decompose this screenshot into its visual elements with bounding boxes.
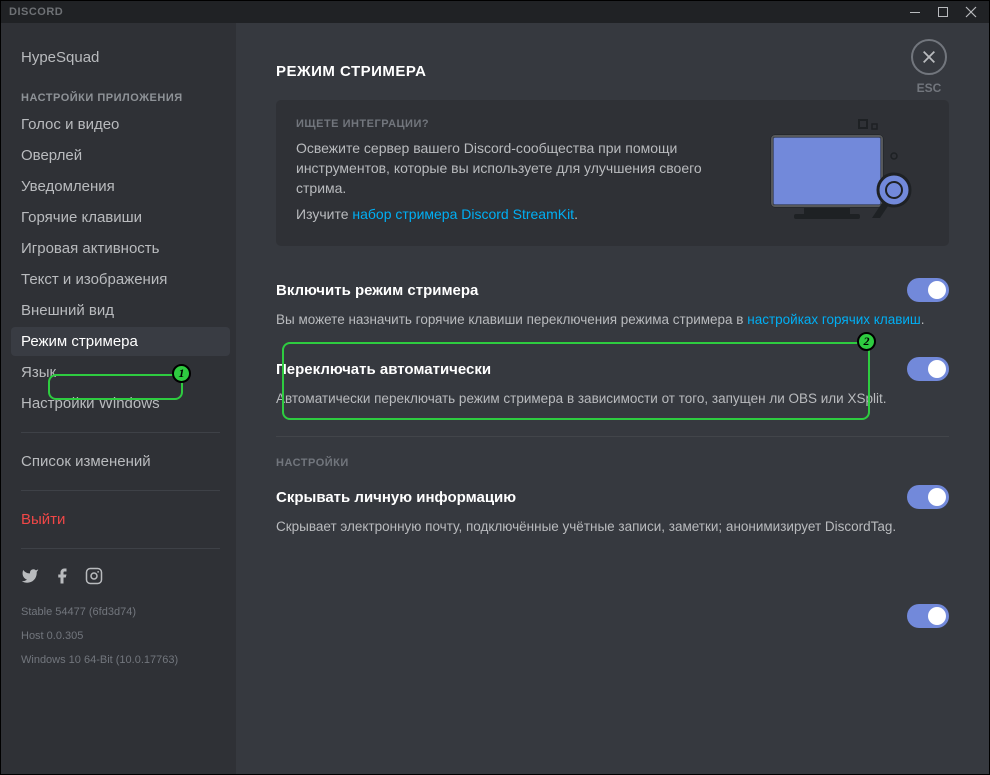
instagram-icon[interactable] <box>85 567 103 590</box>
setting-hide-personal: Скрывать личную информацию Скрывает элек… <box>276 485 949 536</box>
esc-label: ESC <box>911 81 947 95</box>
setting-desc: Автоматически переключать режим стримера… <box>276 389 949 408</box>
toggle-partial[interactable] <box>907 604 949 628</box>
sidebar-item-text-images[interactable]: Текст и изображения <box>11 265 230 294</box>
setting-title: Включить режим стримера <box>276 282 478 299</box>
toggle-auto[interactable] <box>907 357 949 381</box>
sidebar-item-windows[interactable]: Настройки Windows <box>11 389 230 418</box>
window-controls <box>901 1 985 23</box>
setting-title: Переключать автоматически <box>276 361 491 378</box>
setting-auto-toggle: Переключать автоматически Автоматически … <box>276 357 949 408</box>
promo-heading: ИЩЕТЕ ИНТЕГРАЦИИ? <box>296 118 739 130</box>
setting-title: Скрывать личную информацию <box>276 489 516 506</box>
sidebar-item-appearance[interactable]: Внешний вид <box>11 296 230 325</box>
promo-link-suffix: . <box>574 206 578 222</box>
sidebar-divider <box>21 432 220 433</box>
sidebar-socials <box>11 563 230 600</box>
sidebar-item-logout[interactable]: Выйти <box>11 505 230 534</box>
promo-body: Освежите сервер вашего Discord-сообществ… <box>296 138 739 198</box>
maximize-button[interactable] <box>929 1 957 23</box>
sidebar-item-game-activity[interactable]: Игровая активность <box>11 234 230 263</box>
setting-partial <box>276 604 949 628</box>
sidebar-item-voice[interactable]: Голос и видео <box>11 110 230 139</box>
sidebar: HypeSquad НАСТРОЙКИ ПРИЛОЖЕНИЯ Голос и в… <box>1 23 236 774</box>
facebook-icon[interactable] <box>53 567 71 590</box>
esc-button[interactable]: ESC <box>911 39 947 95</box>
setting-desc: Вы можете назначить горячие клавиши пере… <box>276 310 949 329</box>
titlebar: DISCORD <box>1 1 989 23</box>
sidebar-divider <box>21 490 220 491</box>
promo-illustration <box>759 118 929 228</box>
app-window: DISCORD HypeSquad НАСТРОЙКИ ПРИЛОЖЕНИЯ Г… <box>0 0 990 775</box>
keybind-settings-link[interactable]: настройках горячих клавиш <box>747 312 921 327</box>
toggle-hide-personal[interactable] <box>907 485 949 509</box>
app-title: DISCORD <box>9 6 63 18</box>
sidebar-item-hypesquad[interactable]: HypeSquad <box>11 43 230 72</box>
setting-enable-streamer: Включить режим стримера Вы можете назнач… <box>276 278 949 329</box>
sidebar-item-changelog[interactable]: Список изменений <box>11 447 230 476</box>
sidebar-item-keybinds[interactable]: Горячие клавиши <box>11 203 230 232</box>
page-title: РЕЖИМ СТРИМЕРА <box>276 63 949 80</box>
content: HypeSquad НАСТРОЙКИ ПРИЛОЖЕНИЯ Голос и в… <box>1 23 989 774</box>
build-info-line3: Windows 10 64-Bit (10.0.17763) <box>11 648 230 672</box>
promo-link-line: Изучите набор стримера Discord StreamKit… <box>296 206 739 222</box>
build-info-line1: Stable 54477 (6fd3d74) <box>11 600 230 624</box>
setting-desc: Скрывает электронную почту, подключённые… <box>276 517 949 536</box>
close-button[interactable] <box>957 1 985 23</box>
close-icon <box>911 39 947 75</box>
promo-text: ИЩЕТЕ ИНТЕГРАЦИИ? Освежите сервер вашего… <box>296 118 739 228</box>
sidebar-header-app: НАСТРОЙКИ ПРИЛОЖЕНИЯ <box>11 74 230 110</box>
main-panel: РЕЖИМ СТРИМЕРА ИЩЕТЕ ИНТЕГРАЦИИ? Освежит… <box>236 23 989 774</box>
sidebar-item-streamer-mode[interactable]: Режим стримера <box>11 327 230 356</box>
section-divider <box>276 436 949 437</box>
sidebar-item-language[interactable]: Язык <box>11 358 230 387</box>
promo-box: ИЩЕТЕ ИНТЕГРАЦИИ? Освежите сервер вашего… <box>276 100 949 246</box>
toggle-enable-streamer[interactable] <box>907 278 949 302</box>
promo-link-prefix: Изучите <box>296 206 352 222</box>
promo-link[interactable]: набор стримера Discord StreamKit <box>352 206 574 222</box>
twitter-icon[interactable] <box>21 567 39 590</box>
sidebar-item-notifications[interactable]: Уведомления <box>11 172 230 201</box>
minimize-button[interactable] <box>901 1 929 23</box>
sidebar-divider <box>21 548 220 549</box>
build-info-line2: Host 0.0.305 <box>11 624 230 648</box>
section-header-settings: НАСТРОЙКИ <box>276 457 949 469</box>
sidebar-item-overlay[interactable]: Оверлей <box>11 141 230 170</box>
